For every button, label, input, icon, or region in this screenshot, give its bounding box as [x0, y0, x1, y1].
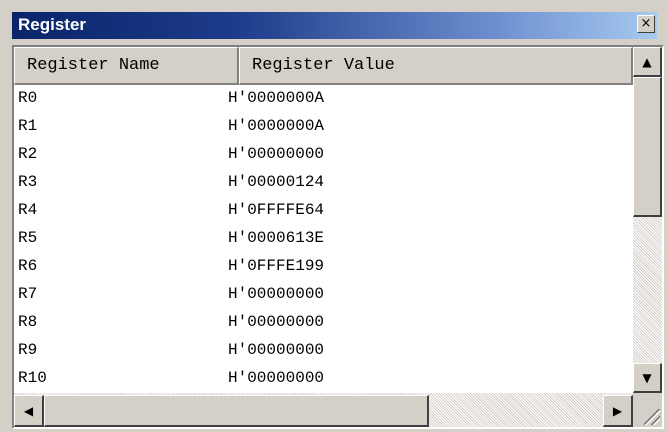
- arrow-down-icon: ▼: [642, 371, 652, 385]
- register-name: R4: [18, 201, 38, 219]
- register-value[interactable]: H'00000000: [228, 285, 324, 303]
- register-name: R5: [18, 229, 38, 247]
- register-name: R10: [18, 369, 47, 387]
- register-value[interactable]: H'0000000A: [228, 89, 324, 107]
- arrow-up-icon: ▲: [642, 55, 652, 69]
- scroll-right-button[interactable]: ▶: [603, 395, 633, 427]
- register-row-r2[interactable]: R2 H'00000000: [14, 141, 633, 169]
- arrow-right-icon: ▶: [612, 404, 623, 418]
- register-row-r6[interactable]: R6 H'0FFFE199: [14, 253, 633, 281]
- size-grip[interactable]: [633, 393, 662, 427]
- register-list: Register Name Register Value R0 H'000000…: [12, 45, 664, 429]
- column-header-register-value[interactable]: Register Value: [239, 47, 633, 85]
- register-name: R0: [18, 89, 38, 107]
- register-value[interactable]: H'0FFFFE64: [228, 201, 324, 219]
- resize-grip-icon: [644, 409, 660, 425]
- register-name: R8: [18, 313, 38, 331]
- register-value[interactable]: H'0FFFE199: [228, 257, 324, 275]
- register-row-r8[interactable]: R8 H'00000000: [14, 309, 633, 337]
- register-rows: R0 H'0000000A R1 H'0000000A R2 H'0000000…: [14, 85, 633, 393]
- list-header: Register Name Register Value: [14, 47, 633, 85]
- register-value[interactable]: H'00000124: [228, 173, 324, 191]
- register-row-r0[interactable]: R0 H'0000000A: [14, 85, 633, 113]
- register-name: R3: [18, 173, 38, 191]
- register-name: R1: [18, 117, 38, 135]
- register-row-r1[interactable]: R1 H'0000000A: [14, 113, 633, 141]
- register-value[interactable]: H'0000613E: [228, 229, 324, 247]
- arrow-left-icon: ◀: [23, 404, 34, 418]
- close-button[interactable]: ×: [637, 15, 655, 33]
- register-name: R6: [18, 257, 38, 275]
- register-row-r10[interactable]: R10 H'00000000: [14, 365, 633, 393]
- title-bar[interactable]: Register ×: [12, 12, 657, 39]
- column-header-register-name[interactable]: Register Name: [14, 47, 239, 85]
- register-row-r5[interactable]: R5 H'0000613E: [14, 225, 633, 253]
- close-icon: ×: [640, 16, 652, 31]
- vertical-scrollbar[interactable]: ▲ ▼: [633, 47, 662, 393]
- scroll-up-button[interactable]: ▲: [633, 47, 662, 77]
- horizontal-scroll-thumb[interactable]: [44, 395, 429, 427]
- register-name: R2: [18, 145, 38, 163]
- register-name: R7: [18, 285, 38, 303]
- register-value[interactable]: H'00000000: [228, 341, 324, 359]
- register-value[interactable]: H'00000000: [228, 369, 324, 387]
- register-row-r7[interactable]: R7 H'00000000: [14, 281, 633, 309]
- register-row-r4[interactable]: R4 H'0FFFFE64: [14, 197, 633, 225]
- register-window: Register × Register Name Register Value …: [0, 0, 667, 432]
- register-value[interactable]: H'0000000A: [228, 117, 324, 135]
- register-row-r3[interactable]: R3 H'00000124: [14, 169, 633, 197]
- window-title: Register: [18, 15, 87, 34]
- register-value[interactable]: H'00000000: [228, 145, 324, 163]
- scroll-down-button[interactable]: ▼: [633, 363, 662, 393]
- register-row-r9[interactable]: R9 H'00000000: [14, 337, 633, 365]
- horizontal-scrollbar[interactable]: ◀ ▶: [14, 393, 633, 427]
- register-value[interactable]: H'00000000: [228, 313, 324, 331]
- register-name: R9: [18, 341, 38, 359]
- scroll-left-button[interactable]: ◀: [14, 395, 44, 427]
- vertical-scroll-thumb[interactable]: [633, 77, 662, 217]
